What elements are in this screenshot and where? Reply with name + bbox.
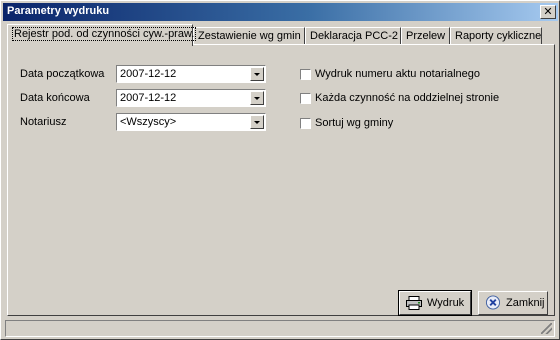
- tab-zestawienie[interactable]: Zestawienie wg gmin: [193, 27, 305, 45]
- notary-value: <Wszyscy>: [120, 116, 177, 128]
- tab-rejestr[interactable]: Rejestr pod. od czynności cyw.-praw.: [7, 24, 197, 46]
- checkbox-label: Każda czynność na oddzielnej stronie: [315, 92, 500, 104]
- checkbox[interactable]: [300, 93, 311, 104]
- date-from-label: Data początkowa: [20, 68, 105, 80]
- close-circle-icon: [485, 295, 501, 310]
- chevron-down-icon[interactable]: [250, 91, 264, 105]
- print-button[interactable]: Wydruk: [398, 290, 472, 316]
- date-from-value: 2007-12-12: [120, 68, 177, 80]
- close-icon: ✕: [543, 5, 553, 18]
- checkbox[interactable]: [300, 69, 311, 80]
- tab-label: Przelew: [406, 30, 446, 42]
- print-parameters-dialog: Parametry wydruku ✕ Rejestr pod. od czyn…: [0, 0, 560, 340]
- title-bar[interactable]: Parametry wydruku ✕: [3, 3, 558, 21]
- date-from-combo[interactable]: 2007-12-12: [116, 65, 266, 83]
- date-to-label: Data końcowa: [20, 92, 90, 104]
- tab-label: Deklaracja PCC-2: [310, 30, 399, 42]
- checkbox-label: Wydruk numeru aktu notarialnego: [315, 68, 480, 80]
- window-close-button[interactable]: ✕: [540, 5, 556, 19]
- chevron-down-icon[interactable]: [250, 67, 264, 81]
- close-button-label: Zamknij: [506, 297, 545, 309]
- tab-label: Zestawienie wg gmin: [198, 30, 301, 42]
- date-to-combo[interactable]: 2007-12-12: [116, 89, 266, 107]
- tab-przelew[interactable]: Przelew: [401, 27, 450, 45]
- checkbox[interactable]: [300, 118, 311, 129]
- date-to-value: 2007-12-12: [120, 92, 177, 104]
- tab-strip: Rejestr pod. od czynności cyw.-praw. Zes…: [7, 23, 555, 46]
- printer-icon: [406, 296, 422, 310]
- tab-label: Raporty cykliczne: [455, 30, 542, 42]
- tab-panel: Data początkowa 2007-12-12 Data końcowa …: [7, 44, 555, 316]
- print-button-label: Wydruk: [427, 297, 465, 309]
- resize-grip-icon[interactable]: [541, 323, 552, 334]
- chevron-down-icon[interactable]: [250, 115, 264, 129]
- status-bar: [5, 320, 555, 337]
- tab-deklaracja[interactable]: Deklaracja PCC-2: [305, 27, 401, 45]
- window-title: Parametry wydruku: [7, 5, 110, 17]
- checkbox-label: Sortuj wg gminy: [315, 117, 394, 129]
- notary-label: Notariusz: [20, 116, 67, 128]
- notary-combo[interactable]: <Wszyscy>: [116, 113, 266, 131]
- tab-label: Rejestr pod. od czynności cyw.-praw.: [12, 27, 197, 41]
- close-button[interactable]: Zamknij: [478, 291, 548, 315]
- tab-raporty[interactable]: Raporty cykliczne: [450, 27, 542, 45]
